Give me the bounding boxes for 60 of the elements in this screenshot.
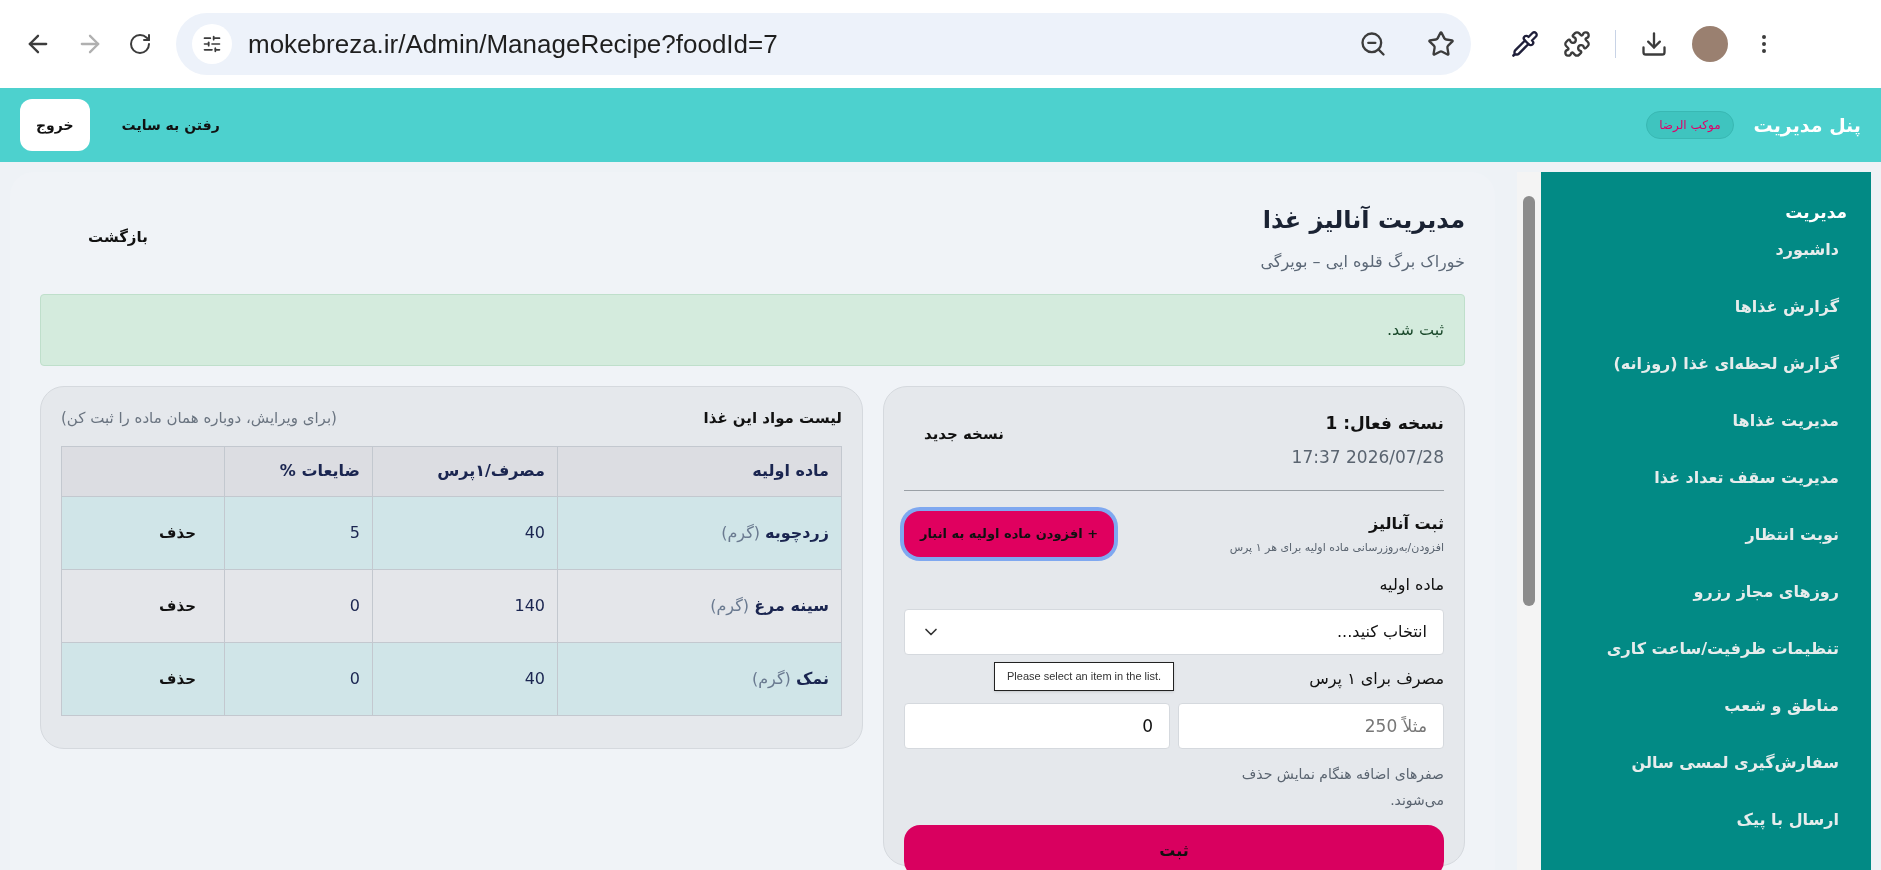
material-select[interactable]: انتخاب کنید... — [904, 609, 1444, 655]
page-title: مدیریت آنالیز غذا — [1261, 204, 1465, 236]
field-hint: صفرهای اضافه هنگام نمایش حذف می‌شوند. — [1240, 765, 1444, 811]
extensions-icon[interactable] — [1563, 30, 1591, 58]
table-cell: 40 — [372, 642, 558, 715]
table-note: (برای ویرایش، دوباره همان ماده را ثبت کن) — [61, 408, 337, 429]
column-header: مصرف/۱پرس — [372, 446, 558, 496]
success-alert: ثبت شد. — [40, 294, 1465, 366]
column-header: ماده اولیه — [557, 446, 842, 496]
section-hint: افزودن/به‌روزرسانی ماده اولیه برای هر ۱ پرس — [1229, 539, 1444, 556]
logout-button[interactable]: خروج — [20, 99, 90, 151]
bookmark-star-icon[interactable] — [1427, 30, 1455, 58]
material-label: ماده اولیه — [1378, 574, 1444, 597]
sidebar-item[interactable]: مدیریت سقف تعداد غذا — [1654, 466, 1839, 523]
version-date: 17:37 2026/07/28 — [1291, 445, 1444, 469]
table-cell: زردچوبه (گرم) — [557, 496, 842, 569]
table-cell: نمک (گرم) — [557, 642, 842, 715]
sidebar-item[interactable]: تنظیمات ظرفیت/ساعت کاری — [1606, 637, 1839, 694]
download-icon[interactable] — [1640, 30, 1668, 58]
profile-avatar[interactable] — [1692, 26, 1728, 62]
address-bar[interactable]: mokebreza.ir/Admin/ManageRecipe?foodId=7 — [176, 13, 1471, 75]
site-info-icon[interactable] — [192, 24, 232, 64]
brand-badge: موکب الرضا — [1646, 111, 1734, 139]
table-cell: 40 — [372, 496, 558, 569]
delete-button[interactable]: حذف — [143, 667, 212, 690]
back-button[interactable]: بازگشت — [40, 214, 196, 261]
sidebar-item[interactable]: ارسال با پیک — [1736, 808, 1839, 865]
active-version-title: نسخه فعال: 1 — [1324, 412, 1444, 435]
usage-input[interactable]: مثلاً 250 — [1178, 703, 1444, 749]
new-version-button[interactable]: نسخه جدید — [904, 411, 1024, 458]
table-cell: سینه مرغ (گرم) — [557, 569, 842, 642]
reload-icon[interactable] — [128, 32, 152, 56]
page-subtitle: خوراک برگ قلوه ایی – بویرگی — [1260, 251, 1465, 274]
sidebar-item[interactable]: مدیریت غذاها — [1732, 409, 1839, 466]
delete-button[interactable]: حذف — [143, 594, 212, 617]
table-cell: 0 — [224, 642, 373, 715]
sidebar-item[interactable]: مناطق و شعب — [1724, 694, 1839, 751]
table-cell: 0 — [224, 569, 373, 642]
table-title: لیست مواد این غذا — [703, 408, 842, 429]
zoom-icon[interactable] — [1359, 30, 1387, 58]
sidebar-item[interactable]: روزهای مجاز رزرو — [1693, 580, 1839, 637]
sidebar-item[interactable]: گزارش لحظه‌ای غذا (روزانه) — [1613, 352, 1839, 409]
brand-title: پنل مدیریت — [1753, 112, 1861, 139]
delete-button[interactable]: حذف — [143, 521, 212, 544]
usage-label: مصرف برای ۱ پرس — [1309, 668, 1444, 691]
section-title: ثبت آنالیز — [1367, 512, 1444, 535]
waste-input[interactable]: 0 — [904, 703, 1170, 749]
sidebar-item[interactable]: گزارش غذاها — [1734, 295, 1839, 352]
site-link[interactable]: رفتن به سایت — [121, 114, 220, 136]
table-cell: 5 — [224, 496, 373, 569]
validation-tooltip: Please select an item in the list. — [994, 662, 1175, 691]
submit-button[interactable]: ثبت — [904, 825, 1444, 870]
sidebar-item[interactable]: نوبت انتظار — [1745, 523, 1839, 580]
url-text: mokebreza.ir/Admin/ManageRecipe?foodId=7 — [248, 27, 779, 61]
sidebar-heading: مدیریت — [1785, 201, 1847, 225]
sidebar-item[interactable]: داشبورد — [1775, 238, 1839, 295]
table-cell: 140 — [372, 569, 558, 642]
sidebar-item[interactable]: سفارش‌گیری لمسی سالن — [1631, 751, 1839, 808]
eyedropper-icon[interactable] — [1511, 30, 1539, 58]
column-header: ضایعات % — [224, 446, 373, 496]
